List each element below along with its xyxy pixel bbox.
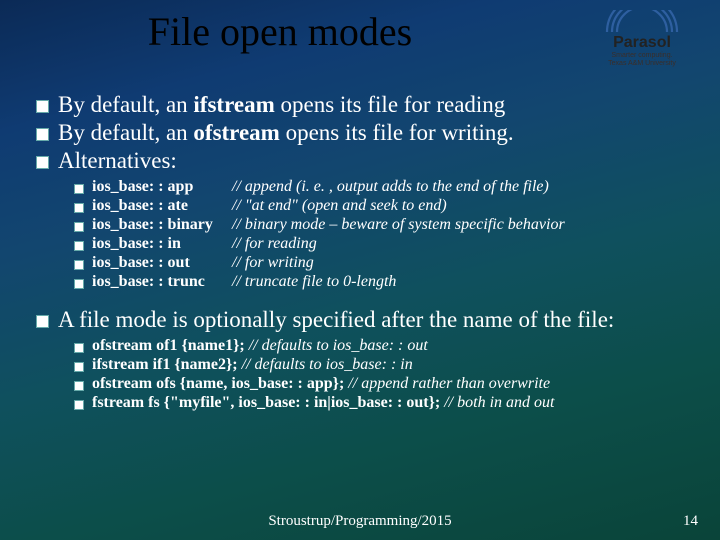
spacer bbox=[30, 295, 700, 305]
mode-item: ios_base: : binary// binary mode – bewar… bbox=[70, 216, 700, 234]
mode-comment: // for writing bbox=[232, 254, 314, 271]
text-bold: ifstream bbox=[193, 92, 274, 117]
bullet-ifstream: By default, an ifstream opens its file f… bbox=[30, 92, 700, 118]
example-item: fstream fs {"myfile", ios_base: : in|ios… bbox=[70, 394, 700, 412]
mode-name: ios_base: : binary bbox=[92, 216, 232, 234]
logo-tag1: Smarter computing. bbox=[582, 52, 702, 60]
example-code: fstream fs {"myfile", ios_base: : in|ios… bbox=[92, 394, 444, 411]
mode-name: ios_base: : ate bbox=[92, 197, 232, 215]
text: By default, an bbox=[58, 120, 193, 145]
mode-name: ios_base: : out bbox=[92, 254, 232, 272]
parasol-arc-icon bbox=[602, 10, 682, 36]
logo-block: Parasol Smarter computing. Texas A&M Uni… bbox=[582, 10, 702, 67]
mode-comment: // for reading bbox=[232, 235, 317, 252]
mode-comment: // truncate file to 0-length bbox=[232, 273, 396, 290]
example-comment: // append rather than overwrite bbox=[348, 375, 550, 392]
text-bold: ofstream bbox=[193, 120, 279, 145]
examples-list: ofstream of1 {name1}; // defaults to ios… bbox=[70, 337, 700, 412]
mode-comment: // "at end" (open and seek to end) bbox=[232, 197, 447, 214]
mode-item: ios_base: : out// for writing bbox=[70, 254, 700, 272]
text: opens its file for writing. bbox=[280, 120, 514, 145]
mode-name: ios_base: : in bbox=[92, 235, 232, 253]
example-comment: // defaults to ios_base: : in bbox=[242, 356, 413, 373]
modes-list: ios_base: : app// append (i. e. , output… bbox=[70, 178, 700, 291]
example-code: ofstream ofs {name, ios_base: : app}; bbox=[92, 375, 348, 392]
example-code: ifstream if1 {name2}; bbox=[92, 356, 242, 373]
example-comment: // both in and out bbox=[444, 394, 554, 411]
page-number: 14 bbox=[683, 513, 698, 530]
mode-name: ios_base: : trunc bbox=[92, 273, 232, 291]
mode-item: ios_base: : ate// "at end" (open and see… bbox=[70, 197, 700, 215]
example-item: ofstream of1 {name1}; // defaults to ios… bbox=[70, 337, 700, 355]
example-item: ofstream ofs {name, ios_base: : app}; //… bbox=[70, 375, 700, 393]
content-area: By default, an ifstream opens its file f… bbox=[30, 90, 700, 416]
bullet-alternatives: Alternatives: bbox=[30, 148, 700, 174]
mode-item: ios_base: : in// for reading bbox=[70, 235, 700, 253]
mode-item: ios_base: : app// append (i. e. , output… bbox=[70, 178, 700, 196]
slide-title: File open modes bbox=[0, 8, 560, 55]
mode-item: ios_base: : trunc// truncate file to 0-l… bbox=[70, 273, 700, 291]
mode-name: ios_base: : app bbox=[92, 178, 232, 196]
slide: File open modes Parasol Smarter computin… bbox=[0, 0, 720, 540]
bullet-file-mode: A file mode is optionally specified afte… bbox=[30, 307, 700, 333]
text: By default, an bbox=[58, 92, 193, 117]
mode-comment: // binary mode – beware of system specif… bbox=[232, 216, 565, 233]
example-comment: // defaults to ios_base: : out bbox=[249, 337, 428, 354]
bullet-ofstream: By default, an ofstream opens its file f… bbox=[30, 120, 700, 146]
example-item: ifstream if1 {name2}; // defaults to ios… bbox=[70, 356, 700, 374]
example-code: ofstream of1 {name1}; bbox=[92, 337, 249, 354]
logo-brand: Parasol bbox=[582, 34, 702, 52]
mode-comment: // append (i. e. , output adds to the en… bbox=[232, 178, 549, 195]
text: opens its file for reading bbox=[275, 92, 506, 117]
logo-tag2: Texas A&M University bbox=[582, 60, 702, 68]
footer-attribution: Stroustrup/Programming/2015 bbox=[0, 513, 720, 530]
